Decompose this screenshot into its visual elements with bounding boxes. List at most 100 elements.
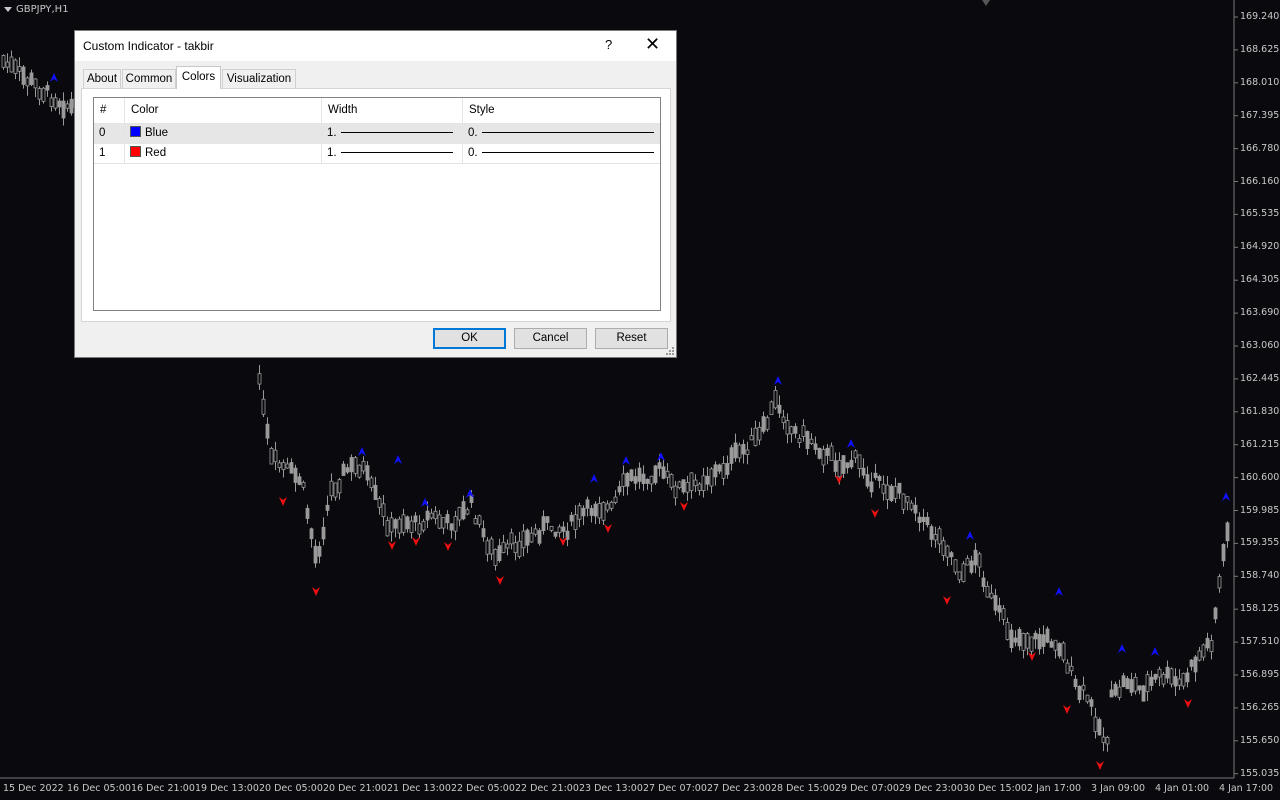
candle-body — [425, 510, 430, 521]
candle-body — [677, 481, 682, 489]
candle-body — [57, 100, 62, 108]
candle-body — [517, 540, 522, 557]
width-cell[interactable]: 1. — [322, 124, 463, 143]
candle-body — [937, 528, 942, 545]
table-row[interactable]: 1 Red 1. 0. — [94, 144, 660, 164]
candle-body — [669, 474, 674, 488]
colors-table: # Color Width Style 0 Blue 1. 0. 1 Red 1… — [93, 97, 661, 311]
candle-body — [725, 463, 730, 475]
candle-body — [357, 464, 362, 478]
price-label: 161.215 — [1240, 438, 1280, 450]
chart-symbol-label[interactable]: GBPJPY,H1 — [4, 4, 69, 15]
candle-body — [501, 541, 506, 554]
time-label: 16 Dec 21:00 — [131, 783, 195, 794]
candle-body — [1013, 637, 1018, 643]
price-label: 163.690 — [1240, 307, 1280, 319]
tab-about[interactable]: About — [83, 69, 121, 88]
time-label: 4 Jan 17:00 — [1219, 783, 1274, 794]
price-label: 164.920 — [1240, 241, 1280, 253]
candle-body — [973, 549, 978, 566]
candle-body — [345, 467, 350, 473]
width-cell[interactable]: 1. — [322, 144, 463, 163]
candle-body — [1157, 668, 1162, 678]
tab-colors[interactable]: Colors — [176, 66, 221, 89]
candle-body — [377, 498, 382, 508]
candle-body — [1225, 522, 1230, 542]
candle-body — [1057, 643, 1062, 657]
candle-body — [329, 480, 334, 497]
help-button[interactable]: ? — [605, 37, 612, 52]
width-line-preview — [340, 132, 453, 134]
candle-body — [1129, 679, 1134, 693]
candle-body — [633, 476, 638, 484]
reset-button[interactable]: Reset — [595, 328, 668, 349]
candle-body — [797, 438, 802, 443]
color-cell[interactable]: Red — [125, 144, 322, 163]
tab-common[interactable]: Common — [122, 69, 176, 88]
candle-body — [1053, 639, 1058, 651]
candle-body — [289, 462, 294, 474]
candle-body — [485, 540, 490, 555]
style-cell[interactable]: 0. — [463, 124, 660, 143]
candle-body — [801, 425, 806, 437]
time-label: 27 Dec 23:00 — [707, 783, 771, 794]
candle-body — [453, 516, 458, 532]
candle-body — [305, 507, 310, 519]
table-row[interactable]: 0 Blue 1. 0. — [94, 124, 660, 144]
price-label: 162.445 — [1240, 372, 1280, 384]
candle-body — [701, 475, 706, 491]
tab-visualization[interactable]: Visualization — [222, 69, 296, 88]
candle-body — [433, 510, 438, 520]
candle-body — [761, 416, 766, 432]
dialog-title: Custom Indicator - takbir — [83, 39, 214, 53]
candle-body — [1169, 668, 1174, 685]
candle-body — [749, 435, 754, 441]
candle-body — [413, 515, 418, 523]
candle-body — [1089, 699, 1094, 707]
candle-body — [401, 514, 406, 533]
close-icon[interactable]: ✕ — [645, 34, 660, 55]
candle-body — [265, 423, 270, 439]
candle-body — [769, 401, 774, 415]
colors-panel: # Color Width Style 0 Blue 1. 0. 1 Red 1… — [81, 88, 671, 322]
candle-body — [309, 528, 314, 540]
color-name: Blue — [145, 127, 169, 139]
color-cell[interactable]: Blue — [125, 124, 322, 143]
candle-body — [461, 501, 466, 520]
candle-body — [297, 476, 302, 485]
candle-body — [1117, 686, 1122, 698]
candle-body — [457, 506, 462, 521]
candle-body — [1045, 628, 1050, 643]
candle-body — [1181, 673, 1186, 687]
time-label: 28 Dec 15:00 — [771, 783, 835, 794]
candle-body — [781, 416, 786, 424]
candle-body — [1161, 673, 1166, 685]
candle-body — [65, 103, 70, 109]
candle-body — [993, 595, 998, 611]
resize-grip-icon[interactable] — [666, 347, 674, 355]
candle-body — [349, 457, 354, 473]
candle-body — [1145, 674, 1150, 693]
ok-button[interactable]: OK — [433, 328, 506, 349]
cancel-button[interactable]: Cancel — [514, 328, 587, 349]
candle-body — [1081, 684, 1086, 691]
candle-body — [713, 464, 718, 478]
candle-body — [37, 88, 42, 100]
candle-body — [845, 462, 850, 469]
dialog-titlebar[interactable]: Custom Indicator - takbir ? ✕ — [75, 31, 676, 61]
candle-body — [965, 557, 970, 566]
price-label: 157.510 — [1240, 636, 1280, 648]
width-line-preview — [340, 152, 453, 154]
candle-body — [881, 483, 886, 494]
candle-body — [877, 475, 882, 481]
candle-body — [589, 508, 594, 516]
price-label: 167.395 — [1240, 109, 1280, 121]
candle-body — [25, 77, 30, 87]
candle-body — [381, 503, 386, 518]
candle-body — [545, 516, 550, 523]
candle-body — [889, 485, 894, 501]
style-cell[interactable]: 0. — [463, 144, 660, 163]
candle-body — [1109, 689, 1114, 698]
candle-body — [385, 520, 390, 537]
candle-body — [557, 526, 562, 534]
